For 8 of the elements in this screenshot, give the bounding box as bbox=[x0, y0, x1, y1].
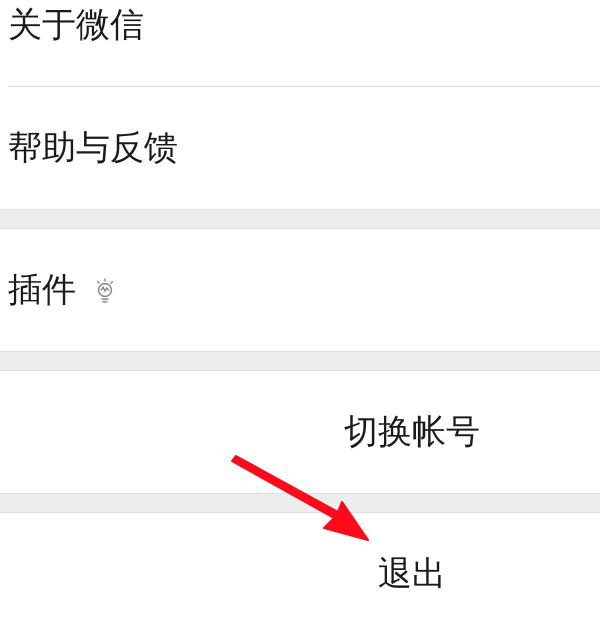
item-label: 帮助与反馈 bbox=[8, 127, 178, 170]
lightbulb-icon bbox=[94, 277, 116, 303]
menu-button[interactable]: 切换帐号 bbox=[0, 371, 600, 493]
settings-item[interactable]: 关于微信 bbox=[0, 0, 600, 86]
settings-item[interactable]: 帮助与反馈 bbox=[0, 87, 600, 209]
menu-button[interactable]: 退出 bbox=[0, 513, 600, 617]
item-label: 关于微信 bbox=[8, 4, 144, 47]
item-label: 插件 bbox=[8, 269, 76, 312]
